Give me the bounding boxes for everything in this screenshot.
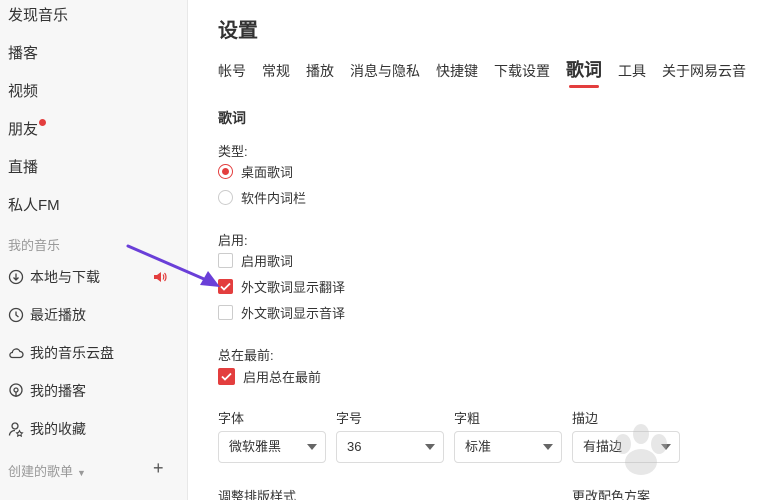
tab-account[interactable]: 帐号: [218, 61, 246, 81]
sidebar: 发现音乐 播客 视频 朋友 直播 私人FM 我的音乐 本地与下载 最近播放 我的…: [0, 0, 188, 500]
sidebar-item-local-download[interactable]: 本地与下载: [8, 266, 100, 288]
chevron-down-icon: [543, 444, 553, 450]
font-label: 字体: [218, 411, 245, 426]
speaker-icon: [153, 270, 167, 284]
created-playlists-label: 创建的歌单: [8, 464, 74, 479]
download-icon: [8, 269, 24, 285]
tab-shortcuts[interactable]: 快捷键: [436, 61, 478, 81]
weight-select[interactable]: 标准: [454, 431, 562, 463]
user-star-icon: [8, 421, 24, 437]
cloud-icon: [8, 345, 24, 361]
chevron-down-icon: [307, 444, 317, 450]
sidebar-item-cloud[interactable]: 我的音乐云盘: [8, 342, 114, 364]
enable-label: 启用:: [218, 233, 248, 248]
chevron-down-icon: [425, 444, 435, 450]
font-select[interactable]: 微软雅黑: [218, 431, 326, 463]
sidebar-item-personal-fm[interactable]: 私人FM: [8, 194, 60, 215]
size-select[interactable]: 36: [336, 431, 444, 463]
checkbox-unchecked: [218, 252, 233, 268]
sidebar-item-label: 最近播放: [30, 307, 86, 323]
tab-download-settings[interactable]: 下载设置: [494, 61, 550, 81]
tab-about[interactable]: 关于网易云音: [662, 61, 746, 81]
watermark-logo-icon: [615, 424, 667, 475]
sidebar-item-label: 朋友: [8, 121, 39, 138]
sidebar-item-video[interactable]: 视频: [8, 80, 38, 101]
option-label: 外文歌词显示翻译: [241, 279, 346, 295]
radio-selected: [218, 163, 233, 179]
check-icon: [218, 367, 235, 385]
option-label: 外文歌词显示音译: [241, 305, 346, 321]
sidebar-item-live[interactable]: 直播: [8, 156, 38, 177]
podcast-icon: [8, 383, 24, 399]
checkbox-always-on-top[interactable]: 启用总在最前: [218, 367, 321, 385]
tab-general[interactable]: 常规: [262, 61, 290, 81]
sidebar-item-recent[interactable]: 最近播放: [8, 304, 86, 326]
option-label: 启用总在最前: [243, 369, 322, 385]
tab-playback[interactable]: 播放: [306, 61, 334, 81]
sidebar-item-label: 我的收藏: [30, 421, 86, 437]
notification-dot: [39, 119, 47, 126]
tab-messages-privacy[interactable]: 消息与隐私: [350, 61, 420, 81]
clock-icon: [8, 307, 24, 323]
checkbox-unchecked: [218, 304, 233, 320]
radio-desktop-lyrics[interactable]: 桌面歌词: [218, 162, 293, 180]
layout-style-label: 调整排版样式: [218, 489, 297, 500]
option-label: 桌面歌词: [241, 164, 294, 180]
sidebar-item-label: 本地与下载: [30, 269, 100, 285]
created-playlists-title[interactable]: 创建的歌单 ▼: [8, 461, 86, 480]
size-label: 字号: [336, 411, 363, 426]
type-label: 类型:: [218, 144, 248, 159]
option-label: 启用歌词: [241, 253, 294, 269]
add-playlist-icon[interactable]: +: [153, 458, 164, 479]
sidebar-item-my-podcast[interactable]: 我的播客: [8, 380, 86, 402]
checkbox-show-translation[interactable]: 外文歌词显示翻译: [218, 277, 345, 295]
sidebar-item-discover[interactable]: 发现音乐: [8, 4, 68, 25]
checkbox-show-transliteration[interactable]: 外文歌词显示音译: [218, 303, 345, 321]
check-icon: [218, 278, 233, 294]
lyrics-section-heading: 歌词: [218, 110, 246, 126]
page-title: 设置: [218, 20, 258, 42]
option-label: 软件内词栏: [241, 190, 307, 206]
tab-lyrics[interactable]: 歌词: [566, 56, 602, 88]
sidebar-item-label: 我的播客: [30, 383, 86, 399]
sidebar-item-podcast[interactable]: 播客: [8, 42, 38, 63]
weight-label: 字粗: [454, 411, 481, 426]
tab-tools[interactable]: 工具: [618, 61, 646, 81]
chevron-down-icon: ▼: [77, 468, 86, 478]
sidebar-item-collection[interactable]: 我的收藏: [8, 418, 86, 440]
size-select-value: 36: [347, 439, 362, 454]
sidebar-item-friends[interactable]: 朋友: [8, 118, 47, 139]
font-select-value: 微软雅黑: [229, 439, 282, 454]
always-on-top-label: 总在最前:: [218, 348, 274, 363]
my-music-section-title: 我的音乐: [8, 238, 61, 253]
weight-select-value: 标准: [465, 439, 492, 454]
sidebar-item-label: 我的音乐云盘: [30, 345, 114, 361]
checkbox-enable-lyrics[interactable]: 启用歌词: [218, 251, 293, 269]
radio-in-app-lyrics-bar[interactable]: 软件内词栏: [218, 188, 306, 206]
settings-tabs: 帐号 常规 播放 消息与隐私 快捷键 下载设置 歌词 工具 关于网易云音: [218, 56, 762, 88]
radio-unselected: [218, 189, 233, 205]
